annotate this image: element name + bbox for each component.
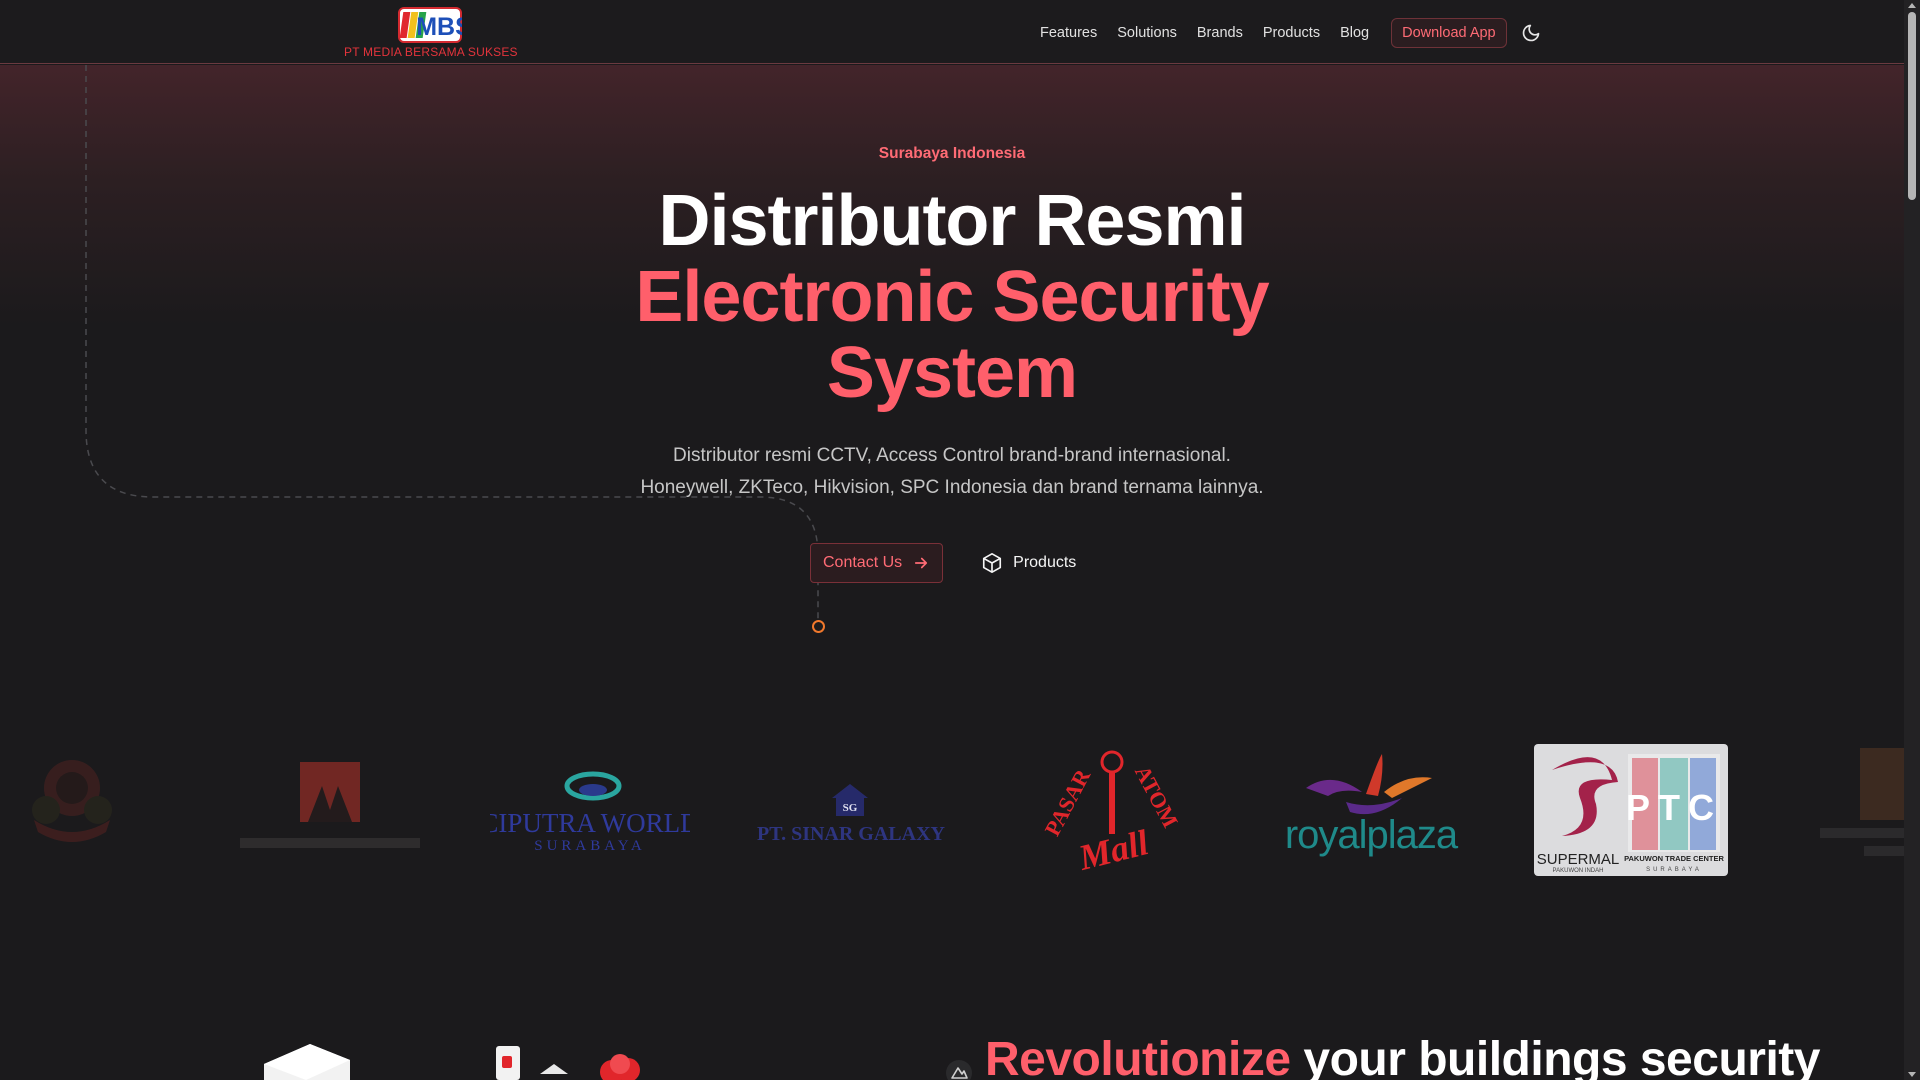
ptc-caption: PAKUWON TRADE CENTER [1624, 854, 1724, 863]
sinar-mark: SG [843, 802, 858, 814]
hero-title-line-3: System [826, 333, 1078, 413]
ciputra-line-1: CIPUTRA WORLD [490, 808, 690, 838]
logo-mark-text: MBS [416, 13, 462, 41]
hero-subtitle-line-2: Honeywell, ZKTeco, Hikvision, SPC Indone… [640, 477, 1264, 498]
client-logo-sinar-galaxy: SG PT. SINAR GALAXY [757, 784, 946, 845]
nav-products[interactable]: Products [1263, 25, 1320, 41]
hero-eyebrow: Surabaya Indonesia [878, 145, 1026, 162]
client-logo-ptc-supermal: PTC PAKUWON TRADE CENTER SURABAYA SUPERM… [1534, 744, 1728, 876]
section-title-rest: your buildings security [1290, 1033, 1820, 1080]
company-logo[interactable]: MBS PT MEDIA BERSAMA SUKSES [344, 7, 518, 59]
royal-plaza-wordmark: royalplaza [1285, 813, 1459, 857]
sinar-name: PT. SINAR GALAXY [757, 823, 946, 845]
page-scrollbar[interactable] [1904, 0, 1920, 1080]
mbs-logo-mark: MBS [398, 7, 462, 43]
company-name: PT MEDIA BERSAMA SUKSES [344, 45, 518, 59]
nav-brands[interactable]: Brands [1197, 25, 1243, 41]
hero-title: Distributor Resmi Electronic Security Sy… [0, 183, 1904, 411]
pasar-atom-word-3: Mall [1074, 822, 1153, 878]
client-logos-strip: CIPUTRA WORLD SURABAYA SG PT. SINAR GALA… [0, 740, 1904, 880]
hero-cta-row: Contact Us Products [810, 543, 1076, 583]
client-logo-pasar-atom-mall: PASAR ATOM Mall [1040, 750, 1183, 878]
hero-subtitle: Distributor resmi CCTV, Access Control b… [0, 440, 1904, 504]
hero-subtitle-line-1: Distributor resmi CCTV, Access Control b… [673, 445, 1231, 466]
section-title: Revolutionize your buildings security [985, 1032, 1820, 1080]
ptc-letters: PTC [1626, 787, 1722, 828]
client-logo-royal-plaza: royalplaza [1285, 754, 1460, 857]
client-logo-ciputra-world: CIPUTRA WORLD SURABAYA [490, 771, 690, 854]
scrollbar-thumb[interactable] [1908, 12, 1916, 200]
section-title-accent: Revolutionize [985, 1033, 1291, 1080]
ptc-right-sub: SURABAYA [1646, 867, 1702, 873]
pasar-atom-word-1: PASAR [1040, 764, 1096, 840]
contact-us-label: Contact Us [823, 554, 903, 571]
scroll-up-arrow[interactable] [1908, 3, 1916, 8]
main-nav: Features Solutions Brands Products Blog … [1040, 18, 1541, 48]
pasar-atom-word-2: ATOM [1130, 761, 1183, 832]
nav-solutions[interactable]: Solutions [1117, 25, 1177, 41]
products-link-label: Products [1013, 554, 1077, 571]
scroll-down-arrow[interactable] [1908, 1072, 1916, 1077]
client-logo-pakuwon-group [240, 762, 420, 848]
products-link[interactable]: Products [981, 552, 1076, 574]
path-end-dot [812, 620, 825, 633]
box-icon [983, 553, 1002, 573]
ptc-left-sub: PAKUWON INDAH [1553, 868, 1604, 874]
nav-features[interactable]: Features [1040, 25, 1097, 41]
hero-title-line-2: Electronic Security [635, 257, 1269, 337]
contact-us-button[interactable]: Contact Us [810, 543, 944, 583]
arrow-right-icon [915, 557, 928, 569]
ciputra-line-2: SURABAYA [534, 838, 645, 854]
nav-blog[interactable]: Blog [1340, 25, 1369, 41]
mountain-icon [951, 1067, 968, 1079]
client-logo-partial [1820, 748, 1904, 856]
download-app-button[interactable]: Download App [1391, 18, 1507, 48]
security-illustration [264, 1044, 640, 1080]
hero-title-line-1: Distributor Resmi [658, 181, 1246, 261]
site-header: MBS PT MEDIA BERSAMA SUKSES Features Sol… [0, 0, 1904, 64]
ptc-left: SUPERMAL [1537, 851, 1620, 868]
section-icon [946, 1060, 972, 1080]
moon-icon[interactable] [1521, 23, 1541, 43]
client-logo-emblem [32, 760, 112, 842]
